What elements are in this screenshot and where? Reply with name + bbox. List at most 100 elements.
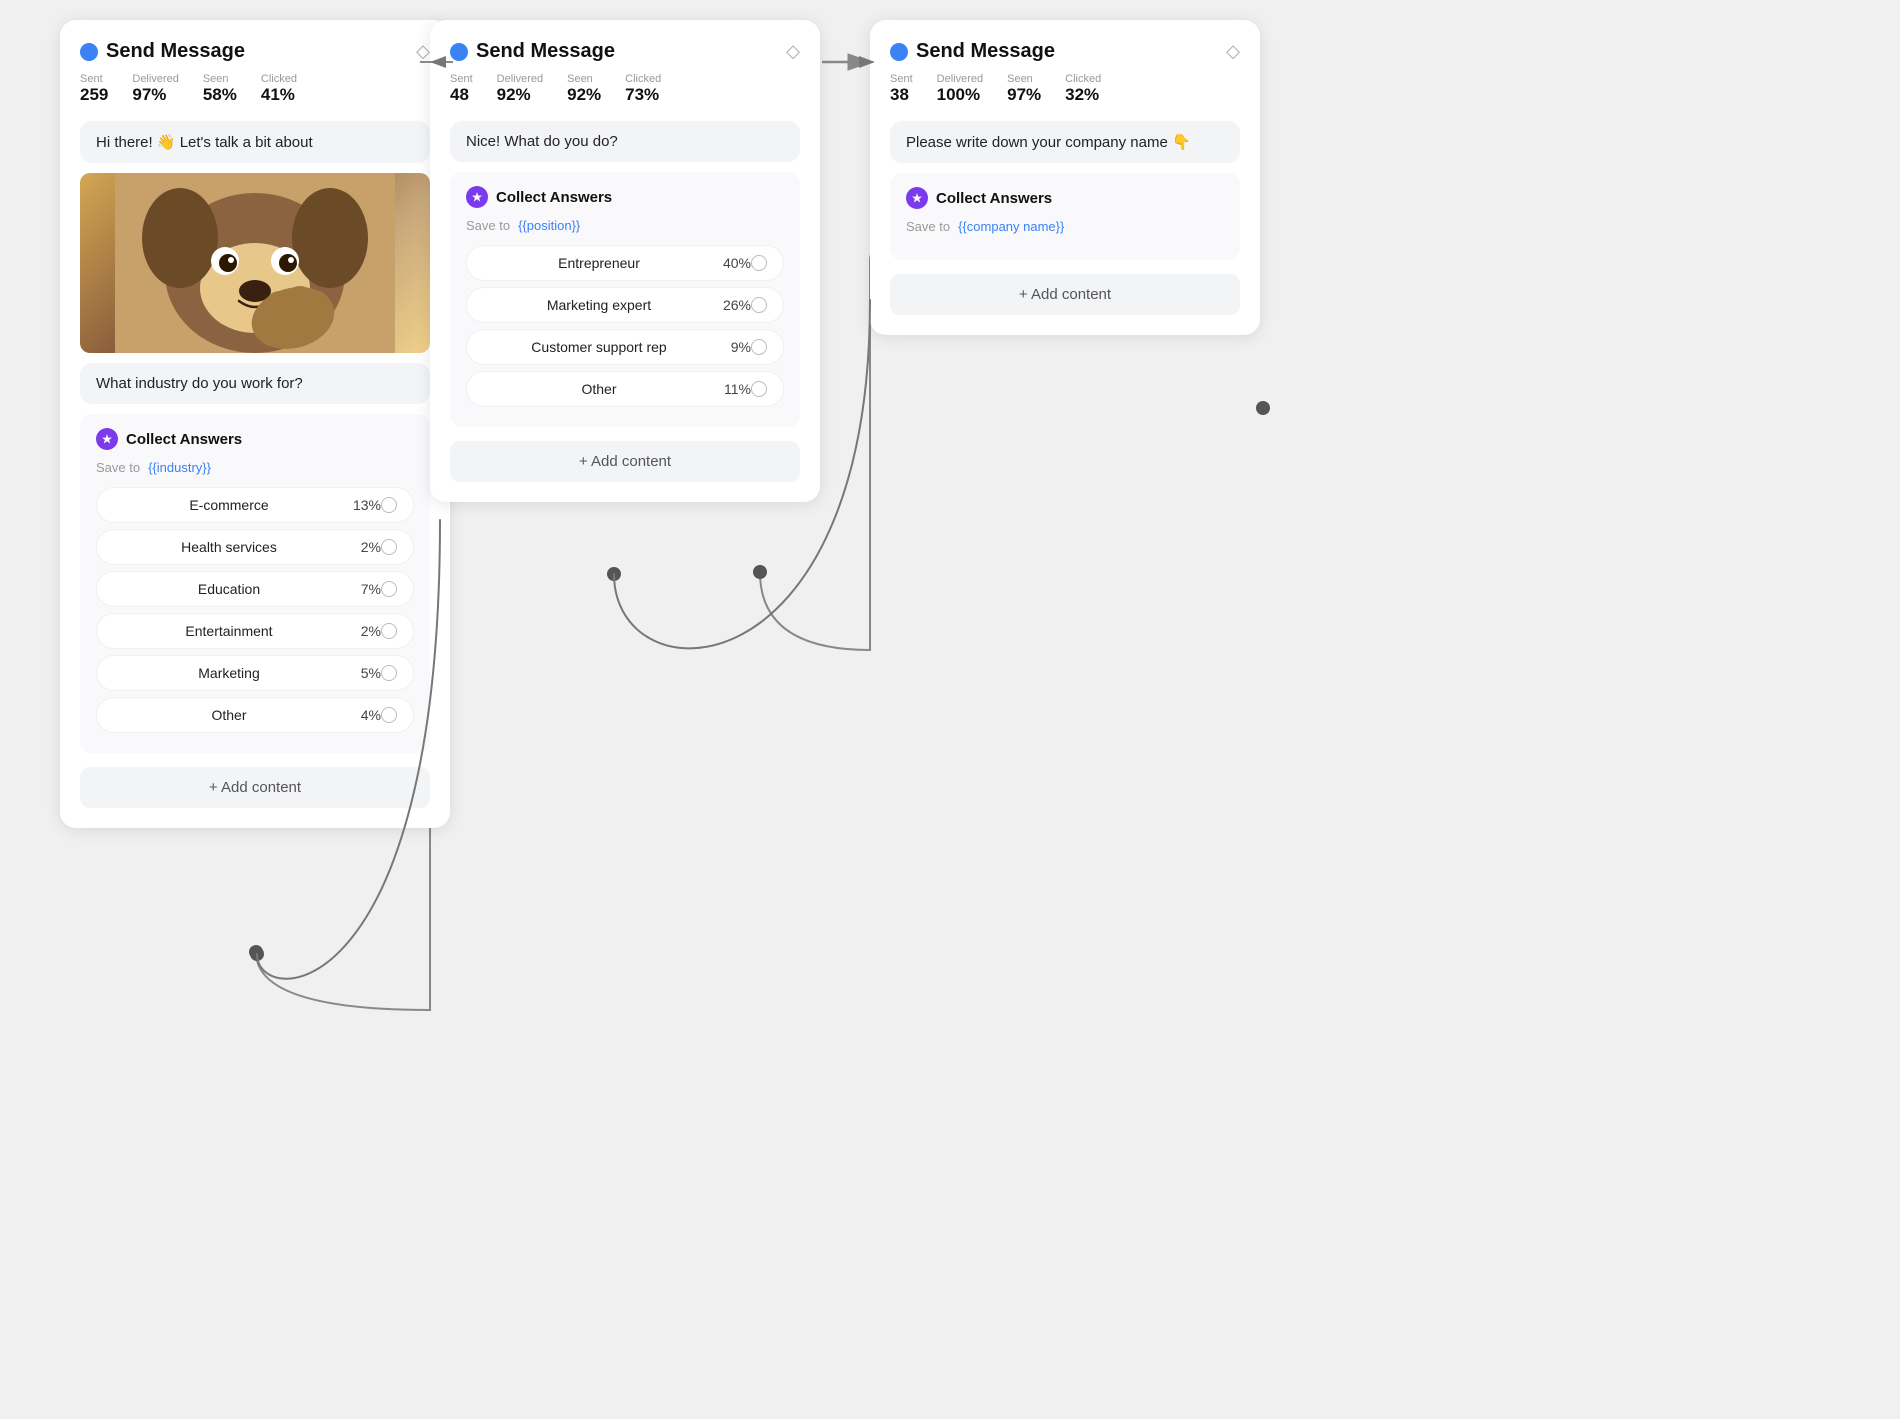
card-2-stat-clicked: Clicked 73%	[625, 73, 661, 105]
stat-clicked-value: 41%	[261, 85, 297, 105]
stat-clicked-label: Clicked	[261, 73, 297, 85]
card-3-collect-header: Collect Answers	[906, 187, 1224, 209]
stat2-clicked-label: Clicked	[625, 73, 661, 85]
card-1-option-1[interactable]: Health services 2%	[96, 529, 414, 565]
card-2-option-3[interactable]: Other 11%	[466, 371, 784, 407]
stat-delivered-value: 97%	[132, 85, 178, 105]
card-2-option-3-pct: 11%	[715, 381, 751, 397]
card-2-option-0-label: Entrepreneur	[483, 255, 715, 271]
card-2-collect-header: Collect Answers	[466, 186, 784, 208]
card-2-option-1-label: Marketing expert	[483, 297, 715, 313]
collect-icon-1	[96, 428, 118, 450]
card-1-option-4[interactable]: Marketing 5%	[96, 655, 414, 691]
card-1: Send Message ◇ Sent 259 Delivered 97% Se…	[60, 20, 450, 828]
stat3-sent-label: Sent	[890, 73, 913, 85]
card-2-message-1: Nice! What do you do?	[450, 121, 800, 162]
card-1-option-3-radio[interactable]	[381, 623, 397, 639]
card-1-title: Send Message	[106, 40, 245, 63]
dog-svg	[115, 173, 395, 353]
card-1-option-0[interactable]: E-commerce 13%	[96, 487, 414, 523]
card-1-option-1-pct: 2%	[345, 539, 381, 555]
card-1-save-to-var[interactable]: {{industry}}	[148, 460, 211, 475]
card-1-option-2-radio[interactable]	[381, 581, 397, 597]
card-3-title: Send Message	[916, 40, 1055, 63]
stat3-seen-value: 97%	[1007, 85, 1041, 105]
card-3-save-to-var[interactable]: {{company name}}	[958, 219, 1064, 234]
stat3-delivered-label: Delivered	[937, 73, 983, 85]
card-1-option-5-label: Other	[113, 707, 345, 723]
card-2-collect-block: Collect Answers Save to {{position}} Ent…	[450, 172, 800, 427]
card-2-option-0-pct: 40%	[715, 255, 751, 271]
card-2-option-0[interactable]: Entrepreneur 40%	[466, 245, 784, 281]
stat2-clicked-value: 73%	[625, 85, 661, 105]
card-1-option-4-radio[interactable]	[381, 665, 397, 681]
card-1-collect-title: Collect Answers	[126, 431, 242, 448]
card-2-stat-sent: Sent 48	[450, 73, 473, 105]
card-2-stats: Sent 48 Delivered 92% Seen 92% Clicked 7…	[450, 73, 800, 105]
card-3-status-dot	[890, 43, 908, 61]
card-3-collect-block: Collect Answers Save to {{company name}}	[890, 173, 1240, 260]
card-3-stat-delivered: Delivered 100%	[937, 73, 983, 105]
card-1-dog-image	[80, 173, 430, 353]
card-2-save-to-row: Save to {{position}}	[466, 218, 784, 233]
card-3-stat-sent: Sent 38	[890, 73, 913, 105]
card-1-option-5-radio[interactable]	[381, 707, 397, 723]
card-2-option-1-radio[interactable]	[751, 297, 767, 313]
card-1-option-2-pct: 7%	[345, 581, 381, 597]
card-1-option-1-label: Health services	[113, 539, 345, 555]
stat2-delivered-value: 92%	[497, 85, 543, 105]
card-1-save-to-row: Save to {{industry}}	[96, 460, 414, 475]
card-3-stat-clicked: Clicked 32%	[1065, 73, 1101, 105]
card-1-option-0-pct: 13%	[345, 497, 381, 513]
card-2-option-2[interactable]: Customer support rep 9%	[466, 329, 784, 365]
card-2-option-2-radio[interactable]	[751, 339, 767, 355]
card-1-option-3-label: Entertainment	[113, 623, 345, 639]
card-2-add-content[interactable]: + Add content	[450, 441, 800, 482]
card-2-title: Send Message	[476, 40, 615, 63]
card-3-stats: Sent 38 Delivered 100% Seen 97% Clicked …	[890, 73, 1240, 105]
card-1-option-2-label: Education	[113, 581, 345, 597]
stat2-seen-value: 92%	[567, 85, 601, 105]
card-1-option-5[interactable]: Other 4%	[96, 697, 414, 733]
card-1-option-4-pct: 5%	[345, 665, 381, 681]
card-2-option-0-radio[interactable]	[751, 255, 767, 271]
card-1-option-5-pct: 4%	[345, 707, 381, 723]
stat3-delivered-value: 100%	[937, 85, 983, 105]
card-3-add-content[interactable]: + Add content	[890, 274, 1240, 315]
card-1-option-0-label: E-commerce	[113, 497, 345, 513]
card-1-stat-seen: Seen 58%	[203, 73, 237, 105]
card-1-collect-header: Collect Answers	[96, 428, 414, 450]
card-1-tag-icon[interactable]: ◇	[416, 41, 430, 62]
card-1-stats: Sent 259 Delivered 97% Seen 58% Clicked …	[80, 73, 430, 105]
card-3-tag-icon[interactable]: ◇	[1226, 41, 1240, 62]
card-3-title-row: Send Message	[890, 40, 1055, 63]
card-1-option-0-radio[interactable]	[381, 497, 397, 513]
collect-icon-2	[466, 186, 488, 208]
card-1-collect-block: Collect Answers Save to {{industry}} E-c…	[80, 414, 430, 753]
stat-seen-value: 58%	[203, 85, 237, 105]
card-2-option-1[interactable]: Marketing expert 26%	[466, 287, 784, 323]
card-2-stat-seen: Seen 92%	[567, 73, 601, 105]
card-1-title-row: Send Message	[80, 40, 245, 63]
card-1-option-4-label: Marketing	[113, 665, 345, 681]
stat3-sent-value: 38	[890, 85, 913, 105]
card-2-option-1-pct: 26%	[715, 297, 751, 313]
card-2-tag-icon[interactable]: ◇	[786, 41, 800, 62]
card-1-option-3[interactable]: Entertainment 2%	[96, 613, 414, 649]
card-2-option-3-radio[interactable]	[751, 381, 767, 397]
card-2-stat-delivered: Delivered 92%	[497, 73, 543, 105]
card-2-title-row: Send Message	[450, 40, 615, 63]
card-3-header: Send Message ◇	[890, 40, 1240, 63]
card-2-save-to-label: Save to	[466, 218, 510, 233]
card-2-save-to-var[interactable]: {{position}}	[518, 218, 580, 233]
dog-photo	[80, 173, 430, 353]
stat3-clicked-label: Clicked	[1065, 73, 1101, 85]
card-1-add-content[interactable]: + Add content	[80, 767, 430, 808]
card-2-option-3-label: Other	[483, 381, 715, 397]
card-1-option-1-radio[interactable]	[381, 539, 397, 555]
stat-sent-label: Sent	[80, 73, 108, 85]
card-1-option-2[interactable]: Education 7%	[96, 571, 414, 607]
card-1-stat-delivered: Delivered 97%	[132, 73, 178, 105]
stat2-sent-value: 48	[450, 85, 473, 105]
card-1-status-dot	[80, 43, 98, 61]
